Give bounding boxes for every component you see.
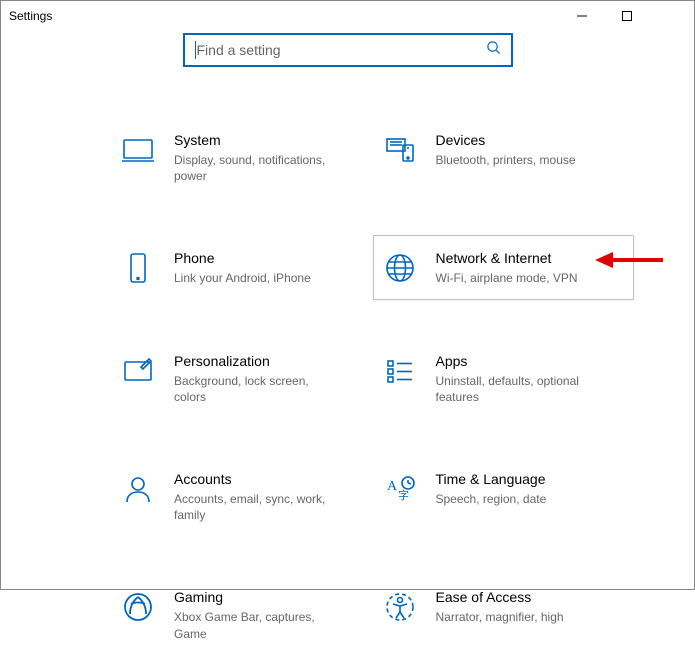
search-container (1, 33, 694, 67)
tile-devices[interactable]: Devices Bluetooth, printers, mouse (373, 117, 635, 197)
tile-title: Apps (436, 353, 624, 369)
tile-title: System (174, 132, 362, 148)
tile-network[interactable]: Network & Internet Wi-Fi, airplane mode,… (373, 235, 635, 299)
svg-text:A: A (387, 479, 398, 494)
tile-desc: Display, sound, notifications, power (174, 152, 344, 184)
tile-desc: Uninstall, defaults, optional features (436, 373, 606, 405)
tile-personalization[interactable]: Personalization Background, lock screen,… (111, 338, 373, 418)
titlebar: Settings (1, 1, 694, 31)
tile-desc: Link your Android, iPhone (174, 270, 344, 286)
maximize-button[interactable] (604, 1, 649, 31)
tile-desc: Bluetooth, printers, mouse (436, 152, 606, 168)
settings-grid: System Display, sound, notifications, po… (1, 117, 694, 655)
tile-apps[interactable]: Apps Uninstall, defaults, optional featu… (373, 338, 635, 418)
apps-icon (382, 353, 418, 389)
system-icon (120, 132, 156, 168)
accounts-icon (120, 471, 156, 507)
tile-desc: Wi-Fi, airplane mode, VPN (436, 270, 606, 286)
network-icon (382, 250, 418, 286)
tile-title: Phone (174, 250, 362, 266)
tile-title: Accounts (174, 471, 362, 487)
tile-title: Time & Language (436, 471, 624, 487)
tile-title: Gaming (174, 589, 362, 605)
search-icon (486, 40, 501, 60)
window-title: Settings (9, 9, 52, 23)
tile-desc: Speech, region, date (436, 491, 606, 507)
ease-icon (382, 589, 418, 625)
svg-text:字: 字 (398, 488, 409, 502)
search-input[interactable] (195, 41, 486, 59)
search-box[interactable] (183, 33, 513, 67)
tile-title: Personalization (174, 353, 362, 369)
minimize-button[interactable] (559, 1, 604, 31)
tile-gaming[interactable]: Gaming Xbox Game Bar, captures, Game (111, 574, 373, 654)
tile-ease[interactable]: Ease of Access Narrator, magnifier, high (373, 574, 635, 654)
search-caret (195, 41, 196, 59)
tile-desc: Xbox Game Bar, captures, Game (174, 609, 344, 641)
tile-accounts[interactable]: Accounts Accounts, email, sync, work, fa… (111, 456, 373, 536)
tile-title: Devices (436, 132, 624, 148)
tile-title: Network & Internet (436, 250, 624, 266)
time-icon: A字 (382, 471, 418, 507)
gaming-icon (120, 589, 156, 625)
personalization-icon (120, 353, 156, 389)
tile-time[interactable]: A字 Time & Language Speech, region, date (373, 456, 635, 536)
tile-title: Ease of Access (436, 589, 624, 605)
tile-desc: Background, lock screen, colors (174, 373, 344, 405)
devices-icon (382, 132, 418, 168)
window-controls (559, 1, 694, 31)
tile-desc: Narrator, magnifier, high (436, 609, 606, 625)
phone-icon (120, 250, 156, 286)
tile-desc: Accounts, email, sync, work, family (174, 491, 344, 523)
tile-phone[interactable]: Phone Link your Android, iPhone (111, 235, 373, 299)
tile-system[interactable]: System Display, sound, notifications, po… (111, 117, 373, 197)
